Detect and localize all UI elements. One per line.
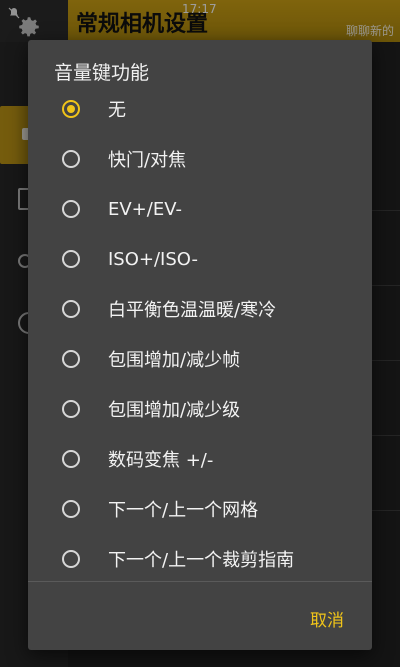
option-row[interactable]: 包围增加/减少级 (28, 384, 372, 434)
radio-unchecked-icon[interactable] (62, 400, 80, 418)
option-row[interactable]: 下一个/上一个网格 (28, 484, 372, 534)
option-label: 无 (108, 100, 126, 121)
option-label: 快门/对焦 (108, 150, 187, 171)
radio-unchecked-icon[interactable] (62, 250, 80, 268)
option-label: EV+/EV- (108, 198, 182, 220)
radio-unchecked-icon[interactable] (62, 300, 80, 318)
volume-key-function-dialog: 音量键功能 无快门/对焦 EV+/EV- ISO+/ISO- 白平衡色温温暖/寒冷 包围… (28, 40, 372, 650)
radio-unchecked-icon[interactable] (62, 450, 80, 468)
option-label: 包围增加/减少帧 (108, 350, 241, 371)
option-label: 白平衡色温温暖/寒冷 (108, 300, 277, 321)
radio-checked-icon[interactable] (62, 100, 80, 118)
radio-unchecked-icon[interactable] (62, 200, 80, 218)
option-row[interactable]: 数码变焦 +/- (28, 434, 372, 484)
radio-unchecked-icon[interactable] (62, 350, 80, 368)
option-row[interactable]: 白平衡色温温暖/寒冷 (28, 284, 372, 334)
radio-unchecked-icon[interactable] (62, 150, 80, 168)
option-row[interactable]: 包围增加/减少帧 (28, 334, 372, 384)
cancel-button[interactable]: 取消 (310, 606, 344, 631)
option-label: 下一个/上一个网格 (108, 500, 259, 521)
option-label: 下一个/上一个裁剪指南 (108, 550, 295, 571)
option-row[interactable]: 快门/对焦 (28, 134, 372, 184)
option-row[interactable]: 下一个/上一个裁剪指南 (28, 534, 372, 584)
radio-unchecked-icon[interactable] (62, 500, 80, 518)
option-row[interactable]: 无 (28, 84, 372, 134)
option-label: 包围增加/减少级 (108, 400, 241, 421)
option-label: 数码变焦 +/- (108, 450, 214, 471)
radio-unchecked-icon[interactable] (62, 550, 80, 568)
option-label: ISO+/ISO- (108, 248, 198, 270)
option-row[interactable]: EV+/EV- (28, 184, 372, 234)
dialog-title: 音量键功能 (54, 62, 150, 84)
dialog-divider (28, 581, 372, 582)
option-row[interactable]: ISO+/ISO- (28, 234, 372, 284)
